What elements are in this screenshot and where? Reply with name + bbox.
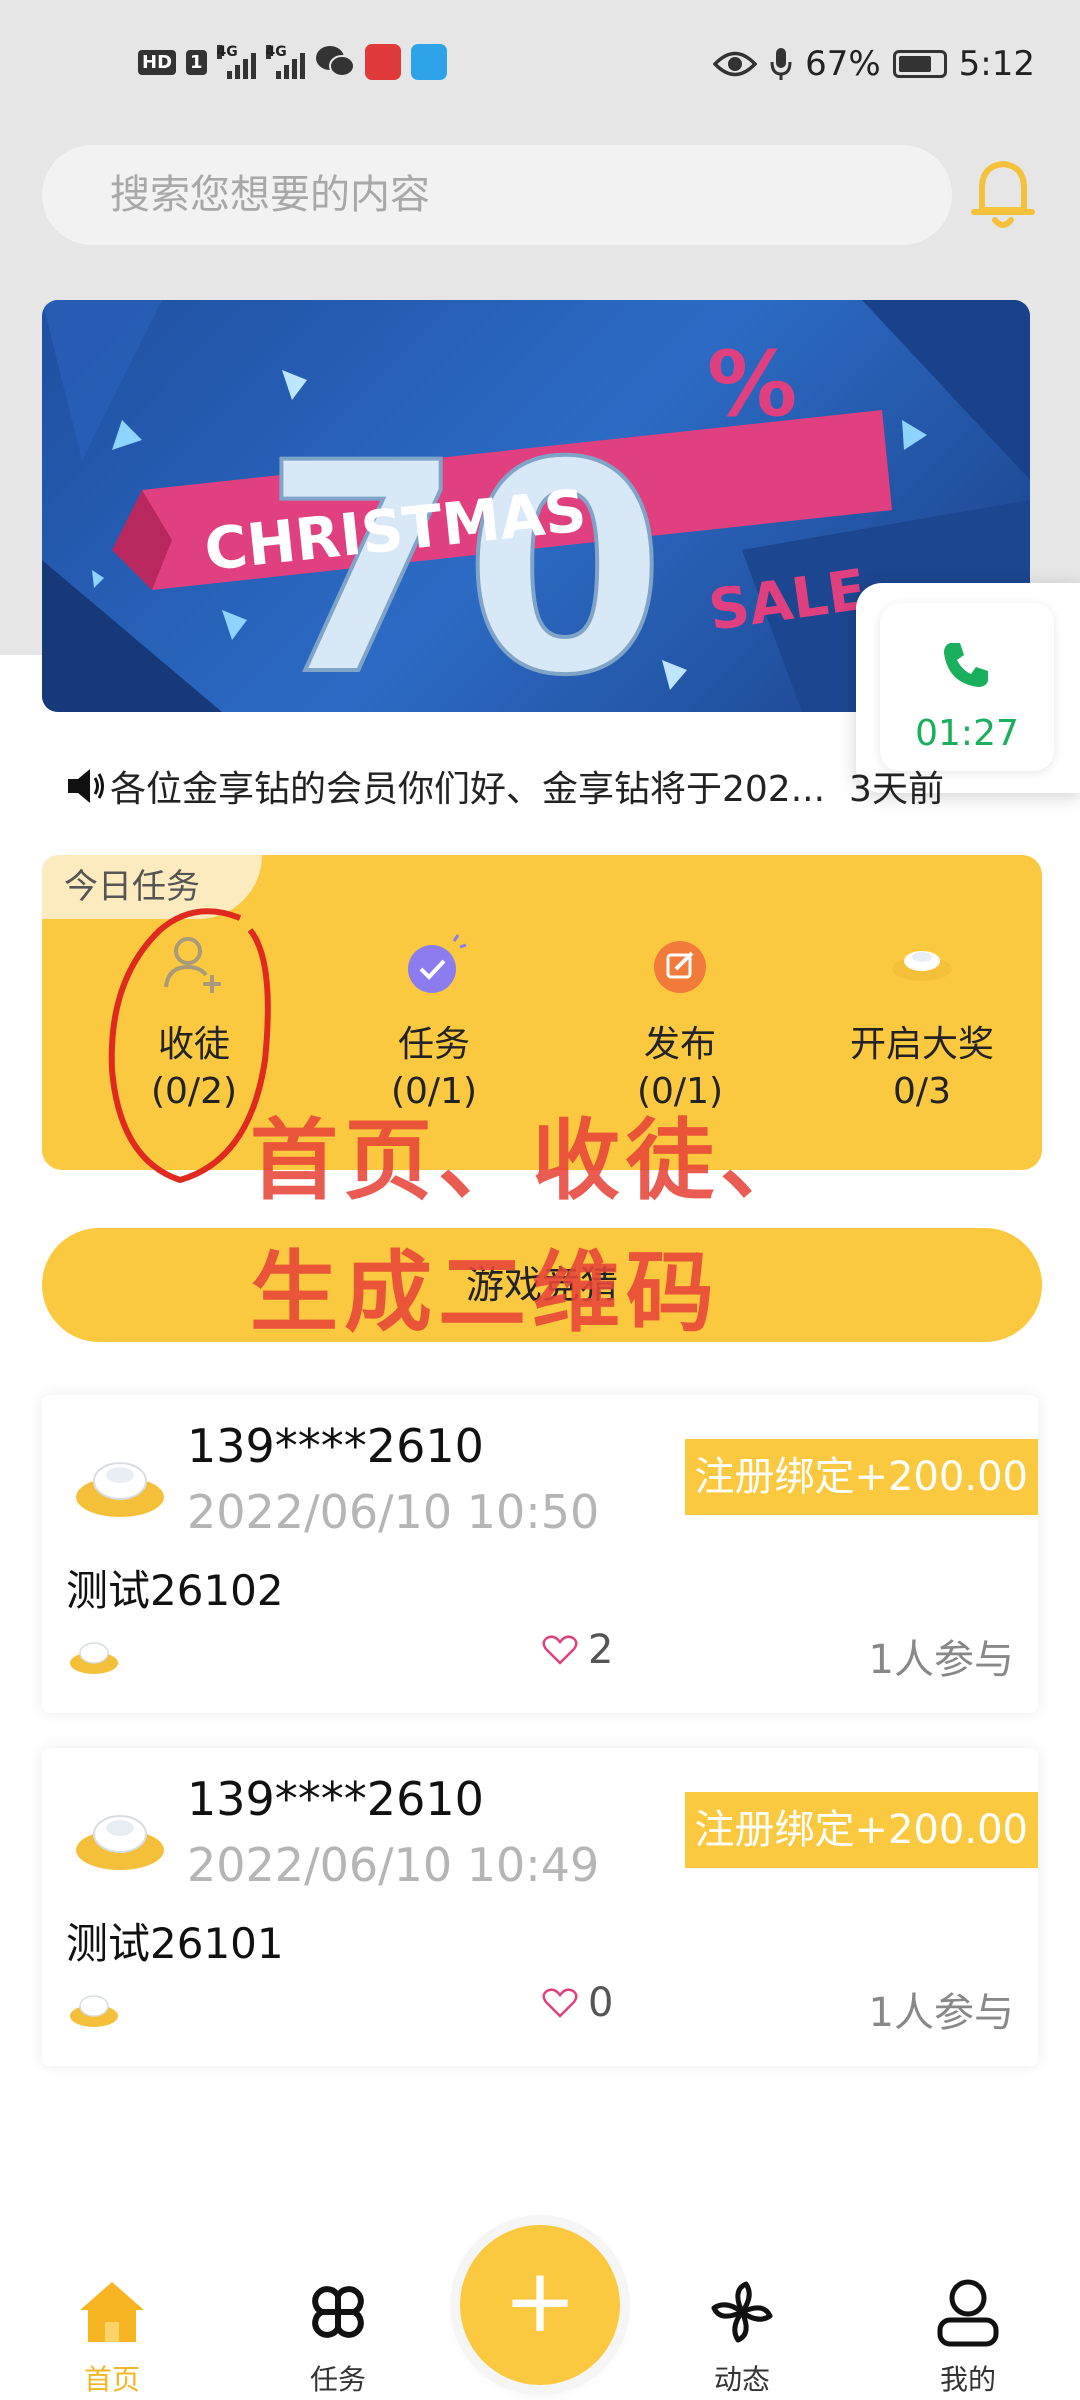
call-timer: 01:27 bbox=[915, 713, 1019, 754]
nav-label: 首页 bbox=[83, 2363, 140, 2396]
network-label: 4G bbox=[265, 44, 287, 60]
task-item-publish[interactable]: 发布 (0/1) bbox=[560, 925, 800, 1112]
heart-icon bbox=[542, 1635, 578, 1665]
speaker-icon bbox=[68, 769, 104, 803]
check-badge-icon bbox=[408, 934, 467, 993]
add-button[interactable]: + bbox=[460, 2225, 620, 2385]
gold-ingot-icon bbox=[892, 951, 952, 981]
like-count: 2 bbox=[588, 1627, 614, 1673]
browser-icon bbox=[410, 44, 447, 80]
nav-label: 动态 bbox=[713, 2363, 770, 2396]
user-icon bbox=[937, 2279, 999, 2347]
eye-icon bbox=[713, 51, 758, 77]
call-widget-inner: 01:27 bbox=[880, 603, 1054, 771]
like-counter[interactable]: 2 bbox=[542, 1627, 613, 1673]
card-title: 测试26102 bbox=[66, 1566, 284, 1615]
nav-item-feed[interactable]: 动态 bbox=[672, 2240, 812, 2398]
reward-badge: 注册绑定+200.00 bbox=[684, 1792, 1038, 1868]
task-label: 开启大奖 bbox=[849, 1024, 994, 1065]
like-count: 0 bbox=[588, 1980, 614, 2026]
wechat-icon bbox=[315, 46, 355, 77]
pinwheel-icon bbox=[711, 2281, 773, 2343]
card-date: 2022/06/10 10:50 bbox=[187, 1485, 600, 1539]
task-item-tasks[interactable]: 任务 (0/1) bbox=[314, 925, 554, 1112]
clock: 5:12 bbox=[958, 44, 1035, 84]
signal-icon: 4G bbox=[265, 44, 305, 79]
task-item-grand-prize[interactable]: 开启大奖 0/3 bbox=[802, 925, 1042, 1112]
search-input[interactable]: 搜索您想要的内容 bbox=[42, 145, 952, 245]
battery-icon bbox=[892, 50, 947, 78]
task-label: 发布 bbox=[643, 1024, 716, 1065]
status-left: HD 1 4G 4G bbox=[138, 44, 447, 80]
edit-icon bbox=[654, 941, 706, 993]
app-icon bbox=[364, 44, 401, 80]
nav-item-home[interactable]: 首页 bbox=[42, 2240, 182, 2398]
signal-icon: 4G bbox=[216, 44, 256, 79]
nav-label: 任务 bbox=[309, 2363, 366, 2396]
card-title: 测试26101 bbox=[66, 1919, 284, 1968]
gold-ingot-icon bbox=[76, 1815, 164, 1870]
participants-count: 1人参与 bbox=[868, 1990, 1014, 2036]
hd-indicator: HD bbox=[138, 49, 177, 75]
like-counter[interactable]: 0 bbox=[542, 1980, 613, 2026]
clover-icon bbox=[312, 2286, 364, 2338]
reward-badge: 注册绑定+200.00 bbox=[684, 1439, 1038, 1515]
network-label: 4G bbox=[216, 44, 238, 60]
nav-item-tasks[interactable]: 任务 bbox=[268, 2240, 408, 2398]
phone-icon bbox=[944, 643, 988, 687]
feed-card[interactable]: 139****2610 2022/06/10 10:50 注册绑定+200.00… bbox=[42, 1395, 1038, 1713]
notice-time: 3天前 bbox=[849, 769, 944, 810]
card-date: 2022/06/10 10:49 bbox=[187, 1838, 600, 1892]
status-right: 67% 5:12 bbox=[713, 44, 1035, 84]
heart-icon bbox=[542, 1988, 578, 2018]
battery-percent: 67% bbox=[805, 44, 881, 84]
banner-percent: % bbox=[707, 332, 797, 437]
gold-ingot-icon bbox=[70, 1642, 118, 1674]
task-label: 任务 bbox=[397, 1024, 470, 1065]
participants-count: 1人参与 bbox=[868, 1637, 1014, 1683]
gold-ingot-icon bbox=[70, 1995, 118, 2027]
card-user-phone: 139****2610 bbox=[187, 1419, 484, 1473]
sim-indicator: 1 bbox=[186, 49, 207, 75]
nav-label: 我的 bbox=[939, 2363, 996, 2396]
notice-bar[interactable]: 各位金享钻的会员你们好、金享钻将于202... 3天前 bbox=[64, 758, 944, 814]
annotation-line-2: 生成二维码 bbox=[250, 1241, 721, 1344]
bell-icon[interactable] bbox=[968, 152, 1038, 232]
status-bar: HD 1 4G 4G 67% 5:12 bbox=[0, 30, 1080, 100]
annotation-line-1: 首页、收徒、 bbox=[250, 1109, 815, 1212]
mic-icon bbox=[770, 48, 792, 80]
feed-card[interactable]: 139****2610 2022/06/10 10:49 注册绑定+200.00… bbox=[42, 1748, 1038, 2066]
notice-text: 各位金享钻的会员你们好、金享钻将于202... bbox=[110, 769, 826, 810]
home-icon bbox=[80, 2282, 144, 2342]
gold-ingot-icon bbox=[76, 1462, 164, 1517]
nav-item-profile[interactable]: 我的 bbox=[898, 2240, 1038, 2398]
task-count: 0/3 bbox=[893, 1071, 951, 1112]
card-user-phone: 139****2610 bbox=[187, 1772, 484, 1826]
